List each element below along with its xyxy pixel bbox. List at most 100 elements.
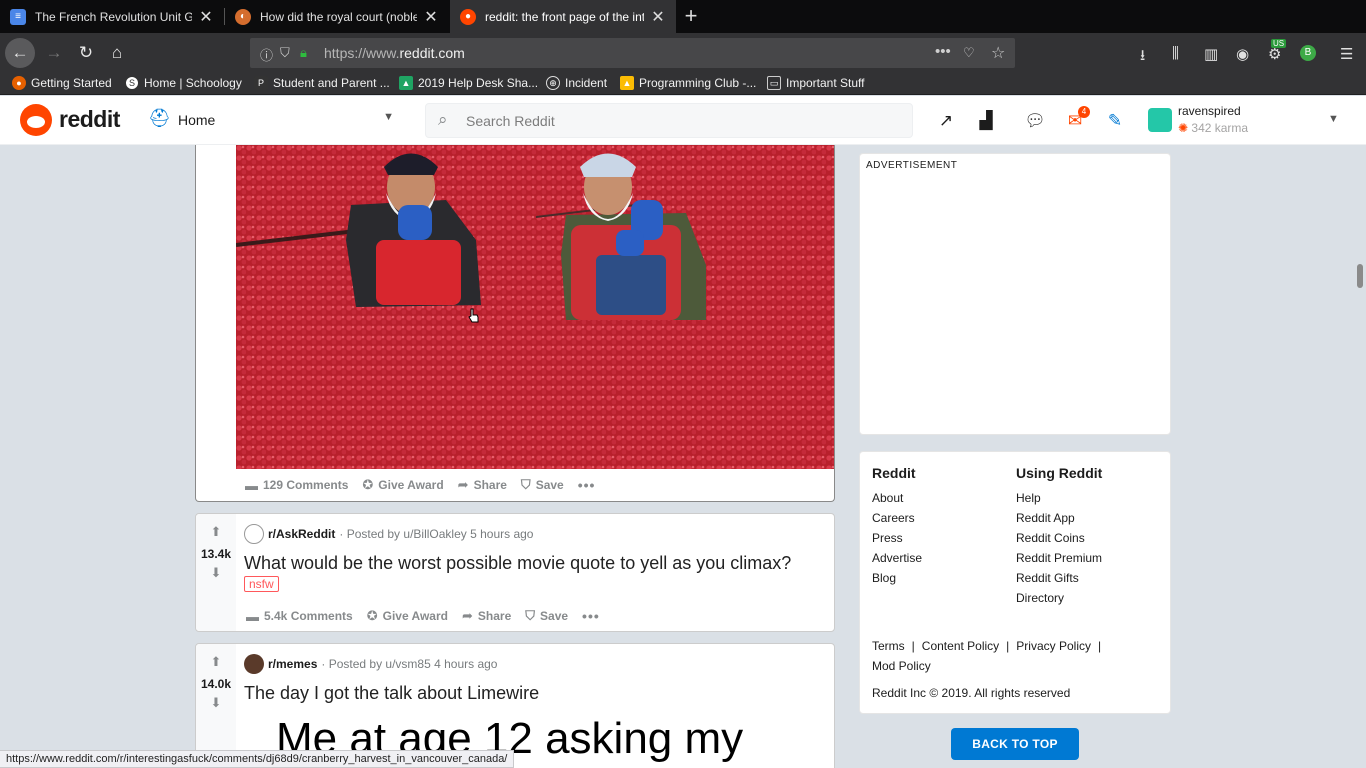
save-button[interactable]: ⛉ Save [525,608,568,624]
lock-icon[interactable]: 🔒︎ [300,45,307,61]
bookmark-incident[interactable]: ⊕ Incident [546,76,607,90]
tab-royal-court[interactable]: ◐ How did the royal court (nobles ✕ [225,0,449,33]
upvote-icon[interactable]: ⬆ [208,524,224,540]
link-about[interactable]: About [872,491,922,511]
subreddit-link[interactable]: r/AskReddit [268,527,335,541]
comment-icon: ▬ [245,477,258,493]
post-image[interactable] [236,145,834,469]
home-feed-icon: ⛑ [148,108,171,128]
post-title[interactable]: What would be the worst possible movie q… [244,553,791,574]
create-post-icon[interactable]: ✎ [1104,110,1126,132]
link-terms[interactable]: Terms [872,639,905,653]
link-careers[interactable]: Careers [872,511,922,531]
trending-icon[interactable]: ↗ [935,110,957,132]
post-title[interactable]: The day I got the talk about Limewire [244,683,539,704]
bookmark-label: Incident [565,76,608,90]
info-icon[interactable]: ⓘ [260,45,273,64]
avatar[interactable] [1148,108,1172,132]
posted-by: · Posted by u/BillOakley 5 hours ago [339,527,534,541]
profile-avatar[interactable]: B [1300,45,1316,61]
mail-badge: 4 [1078,106,1090,118]
share-button[interactable]: ➦ Share [462,608,511,624]
bookmark-important-stuff[interactable]: ▭ Important Stuff [767,76,865,90]
forward-arrow-icon[interactable]: → [40,39,68,67]
pocket-icon[interactable]: ♡ [963,45,975,61]
link-mod-policy[interactable]: Mod Policy [872,659,931,673]
more-options-icon[interactable]: ••• [578,477,596,493]
new-tab-icon[interactable]: + [680,4,702,28]
home-dropdown[interactable]: ⛑ Home ▼ [148,106,394,134]
share-button[interactable]: ➦ Share [458,477,507,493]
link-reddit-coins[interactable]: Reddit Coins [1016,531,1102,551]
bookmark-label: Student and Parent ... [273,76,390,90]
search-input[interactable]: ⌕ Search Reddit [425,103,913,138]
comments-button[interactable]: ▬ 5.4k Comments [246,609,353,624]
post-card[interactable]: ⬆ 13.4k ⬇ r/AskReddit · Posted by u/Bill… [195,513,835,632]
tab-title: reddit: the front page of the int [485,9,644,24]
give-award-button[interactable]: ✪ Give Award [362,477,443,493]
karma-icon: ✺ [1178,121,1189,135]
back-arrow-icon[interactable]: ← [5,38,35,68]
save-button[interactable]: ⛉ Save [521,477,564,493]
hand-cursor-icon [468,308,479,323]
bookmark-help-desk[interactable]: ▲ 2019 Help Desk Sha... [399,76,538,90]
reddit-wordmark[interactable]: reddit [59,106,120,133]
link-content-policy[interactable]: Content Policy [922,639,999,653]
folder-icon: ▭ [767,76,781,90]
link-help[interactable]: Help [1016,491,1102,511]
chat-icon[interactable]: 💬︎ [1024,110,1046,132]
award-label: Give Award [378,478,444,492]
close-icon[interactable]: ✕ [198,7,214,27]
menu-icon[interactable]: ☰ [1340,45,1353,63]
link-reddit-app[interactable]: Reddit App [1016,511,1102,531]
shield-icon[interactable]: ⛉ [280,45,290,61]
give-award-button[interactable]: ✪ Give Award [367,608,448,624]
back-to-top-button[interactable]: BACK TO TOP [951,728,1079,760]
memes-icon [244,654,264,674]
downvote-icon[interactable]: ⬇ [208,565,224,581]
more-dots-icon[interactable]: ••• [935,43,951,60]
star-icon[interactable]: ☆ [991,43,1005,63]
reddit-logo-icon[interactable] [20,104,52,136]
link-press[interactable]: Press [872,531,922,551]
bookmark-student-parent[interactable]: P Student and Parent ... [254,76,390,90]
leaderboard-icon[interactable]: ▟ [975,110,997,132]
home-icon[interactable]: ⌂ [103,39,131,67]
close-icon[interactable]: ✕ [650,7,666,27]
chevron-down-icon[interactable]: ▼ [1328,113,1339,125]
url-bar[interactable]: ⓘ ⛉ 🔒︎ https://www.reddit.com ••• ♡ ☆ [250,38,1015,68]
search-placeholder: Search Reddit [466,113,555,129]
account-icon[interactable]: ◉ [1236,45,1249,63]
nsfw-tag: nsfw [244,576,279,592]
link-reddit-gifts[interactable]: Reddit Gifts [1016,571,1102,591]
link-advertise[interactable]: Advertise [872,551,922,571]
bookmark-getting-started[interactable]: ● Getting Started [12,76,112,90]
us-badge: US [1271,39,1287,48]
reload-icon[interactable]: ↻ [72,39,100,67]
search-icon: ⌕ [438,110,448,129]
link-blog[interactable]: Blog [872,571,922,591]
bookmark-schoology[interactable]: S Home | Schoology [125,76,242,90]
download-icon[interactable]: ⭳ [1140,45,1145,70]
askhistorians-icon: ◐ [235,8,251,25]
bookmark-programming-club[interactable]: ▲ Programming Club -... [620,76,756,90]
downvote-icon[interactable]: ⬇ [208,695,224,711]
post-meta: r/memes · Posted by u/vsm85 4 hours ago [244,654,497,674]
tab-french-revolution[interactable]: ≡ The French Revolution Unit Gui ✕ [0,0,224,33]
post-meta: r/AskReddit · Posted by u/BillOakley 5 h… [244,524,533,544]
link-privacy-policy[interactable]: Privacy Policy [1016,639,1091,653]
portal-icon: P [254,76,268,90]
link-reddit-premium[interactable]: Reddit Premium [1016,551,1102,571]
scrollbar-thumb[interactable] [1357,264,1363,288]
more-options-icon[interactable]: ••• [582,608,600,624]
close-icon[interactable]: ✕ [423,7,439,27]
subreddit-link[interactable]: r/memes [268,657,317,671]
library-icon[interactable]: ⫼ [1172,45,1179,62]
link-directory[interactable]: Directory [1016,591,1102,611]
username[interactable]: ravenspired [1178,104,1241,118]
upvote-icon[interactable]: ⬆ [208,654,224,670]
sidebar-icon[interactable]: ▥ [1204,45,1218,63]
browser-nav-bar: ← → ↻ ⌂ ⓘ ⛉ 🔒︎ https://www.reddit.com ••… [0,33,1366,73]
tab-reddit[interactable]: ● reddit: the front page of the int ✕ [450,0,676,33]
comments-button[interactable]: ▬ 129 Comments [245,478,348,493]
